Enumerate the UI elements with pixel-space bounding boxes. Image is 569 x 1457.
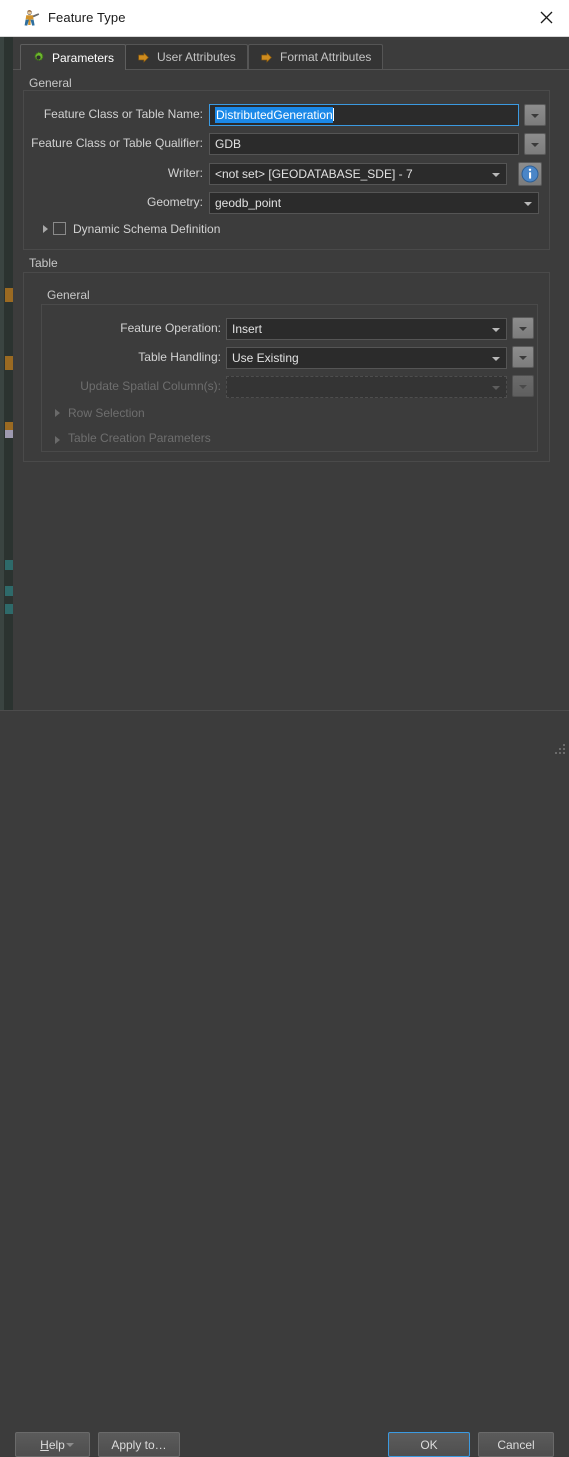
feature-class-name-dropdown-button[interactable] bbox=[524, 104, 546, 126]
help-button[interactable]: Help bbox=[15, 1432, 90, 1457]
writer-combobox[interactable]: <not set> [GEODATABASE_SDE] - 7 bbox=[209, 163, 507, 185]
apply-to-label: Apply to… bbox=[111, 1437, 167, 1452]
row-feature-operation: Feature Operation: bbox=[53, 318, 221, 340]
dialog-titlebar: Feature Type bbox=[0, 0, 569, 37]
orange-arrow-icon bbox=[260, 51, 273, 64]
chevron-down-icon bbox=[524, 202, 532, 206]
geometry-label: Geometry: bbox=[146, 195, 203, 209]
fme-feature-type-icon bbox=[22, 9, 40, 27]
background-item-marker bbox=[5, 430, 13, 438]
feature-class-qualifier-value: GDB bbox=[215, 137, 242, 151]
feature-operation-label: Feature Operation: bbox=[120, 321, 221, 335]
row-writer: Writer: bbox=[23, 163, 203, 185]
dynamic-schema-expander-icon[interactable] bbox=[43, 225, 48, 233]
row-selection-expander-icon bbox=[55, 409, 60, 417]
row-update-spatial-columns: Update Spatial Column(s): bbox=[53, 376, 221, 398]
table-general-group-label: General bbox=[44, 288, 93, 302]
table-group-label: Table bbox=[26, 256, 61, 270]
row-geometry: Geometry: bbox=[23, 192, 203, 214]
background-item-marker bbox=[5, 560, 13, 570]
table-handling-label: Table Handling: bbox=[138, 350, 221, 364]
table-handling-value: Use Existing bbox=[232, 351, 299, 365]
resize-grip[interactable] bbox=[554, 743, 566, 755]
tab-bar: Parameters User Attributes Format Attrib… bbox=[13, 44, 569, 70]
dialog-footer: Help Apply to… OK Cancel bbox=[0, 710, 569, 1457]
background-item-marker bbox=[5, 288, 13, 302]
close-icon[interactable] bbox=[525, 0, 569, 35]
feature-class-qualifier-input[interactable]: GDB bbox=[209, 133, 519, 155]
green-gear-icon bbox=[32, 51, 45, 64]
table-creation-parameters-expander-icon bbox=[55, 436, 60, 444]
feature-type-dialog: Feature Type Parameters User Attributes … bbox=[0, 0, 569, 1457]
cancel-label: Cancel bbox=[497, 1437, 535, 1452]
geometry-combobox[interactable]: geodb_point bbox=[209, 192, 539, 214]
apply-to-button[interactable]: Apply to… bbox=[98, 1432, 180, 1457]
chevron-down-icon bbox=[492, 328, 500, 332]
cancel-button[interactable]: Cancel bbox=[478, 1432, 554, 1457]
general-group-label: General bbox=[26, 76, 75, 90]
help-dropdown-chevron-icon[interactable] bbox=[66, 1443, 74, 1447]
writer-label: Writer: bbox=[167, 166, 203, 180]
table-creation-parameters-label: Table Creation Parameters bbox=[68, 431, 211, 445]
feature-class-name-label: Feature Class or Table Name: bbox=[43, 107, 203, 121]
row-table-handling: Table Handling: bbox=[53, 347, 221, 369]
tab-format-attributes-label: Format Attributes bbox=[280, 50, 372, 64]
feature-operation-combobox[interactable]: Insert bbox=[226, 318, 507, 340]
help-mnemonic: H bbox=[40, 1437, 49, 1452]
background-item-marker bbox=[5, 356, 13, 370]
row-selection-label: Row Selection bbox=[68, 406, 145, 420]
info-icon bbox=[521, 165, 539, 183]
tab-user-attributes[interactable]: User Attributes bbox=[125, 44, 248, 69]
chevron-down-icon bbox=[492, 386, 500, 390]
text-caret bbox=[332, 108, 334, 121]
row-feature-class-qualifier: Feature Class or Table Qualifier: bbox=[23, 133, 203, 155]
feature-class-name-value: DistributedGeneration bbox=[215, 107, 333, 123]
writer-info-button[interactable] bbox=[518, 162, 542, 186]
update-spatial-columns-dropdown-button bbox=[512, 375, 534, 397]
table-handling-dropdown-button[interactable] bbox=[512, 346, 534, 368]
dialog-title: Feature Type bbox=[48, 10, 126, 25]
feature-class-qualifier-dropdown-button[interactable] bbox=[524, 133, 546, 155]
tab-format-attributes[interactable]: Format Attributes bbox=[248, 44, 384, 69]
help-button-label: Help bbox=[40, 1438, 65, 1452]
feature-operation-dropdown-button[interactable] bbox=[512, 317, 534, 339]
dynamic-schema-checkbox[interactable] bbox=[53, 222, 66, 235]
tab-user-attributes-label: User Attributes bbox=[157, 50, 236, 64]
feature-class-name-input[interactable]: DistributedGeneration bbox=[209, 104, 519, 126]
chevron-down-icon bbox=[492, 173, 500, 177]
chevron-down-icon bbox=[492, 357, 500, 361]
writer-value: <not set> [GEODATABASE_SDE] - 7 bbox=[215, 167, 413, 181]
feature-class-qualifier-label: Feature Class or Table Qualifier: bbox=[31, 136, 203, 150]
background-item-marker bbox=[5, 604, 13, 614]
dynamic-schema-label: Dynamic Schema Definition bbox=[73, 222, 221, 236]
update-spatial-columns-combobox bbox=[226, 376, 507, 398]
orange-arrow-icon bbox=[137, 51, 150, 64]
ok-button[interactable]: OK bbox=[388, 1432, 470, 1457]
geometry-value: geodb_point bbox=[215, 196, 282, 210]
background-panel-edge bbox=[0, 36, 4, 756]
tab-parameters[interactable]: Parameters bbox=[20, 44, 127, 70]
ok-label: OK bbox=[420, 1437, 438, 1452]
update-spatial-columns-label: Update Spatial Column(s): bbox=[80, 379, 221, 393]
row-feature-class-name: Feature Class or Table Name: bbox=[23, 104, 203, 126]
tab-parameters-label: Parameters bbox=[52, 50, 115, 65]
feature-operation-value: Insert bbox=[232, 322, 263, 336]
background-item-marker bbox=[5, 586, 13, 596]
help-rest: elp bbox=[48, 1437, 65, 1452]
table-handling-combobox[interactable]: Use Existing bbox=[226, 347, 507, 369]
